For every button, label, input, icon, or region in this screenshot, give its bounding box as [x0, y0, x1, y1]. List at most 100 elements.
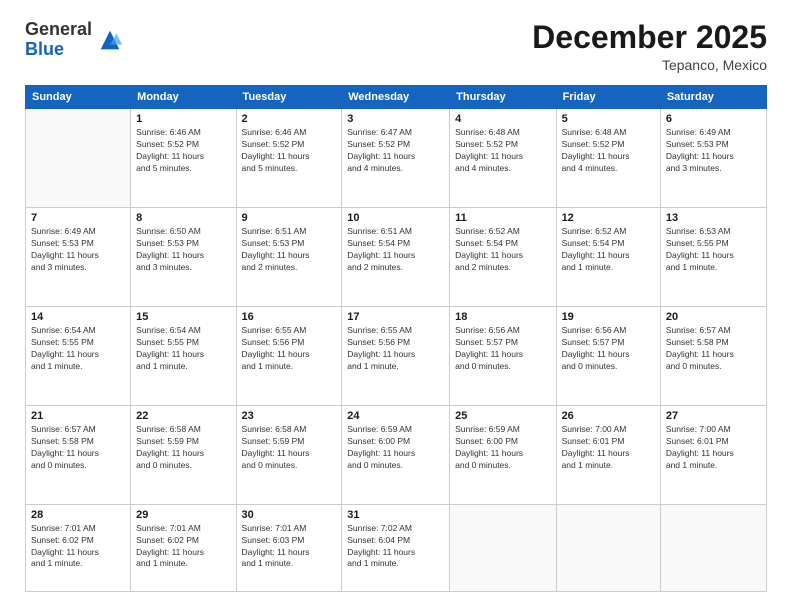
col-saturday: Saturday	[660, 86, 766, 109]
table-row: 7Sunrise: 6:49 AM Sunset: 5:53 PM Daylig…	[26, 208, 131, 307]
day-info: Sunrise: 6:48 AM Sunset: 5:52 PM Dayligh…	[562, 127, 655, 175]
day-info: Sunrise: 6:59 AM Sunset: 6:00 PM Dayligh…	[455, 424, 550, 472]
calendar-week-row: 28 Sunrise: 7:01 AM Sunset: 6:02 PM Dayli…	[26, 504, 767, 591]
day-info: Sunrise: 7:02 AM Sunset: 6:04 PM Dayligh…	[347, 523, 444, 571]
day-info: Sunrise: 6:53 AM Sunset: 5:55 PM Dayligh…	[666, 226, 761, 274]
table-row	[26, 109, 131, 208]
table-row: 14 Sunrise: 6:54 AM Sunset: 5:55 PM Dayli…	[26, 306, 131, 405]
day-info: Sunrise: 6:57 AM Sunset: 5:58 PM Dayligh…	[31, 424, 125, 472]
day-number: 6	[666, 113, 761, 125]
calendar-week-row: 14 Sunrise: 6:54 AM Sunset: 5:55 PM Dayli…	[26, 306, 767, 405]
table-row: 2Sunrise: 6:46 AM Sunset: 5:52 PM Daylig…	[236, 109, 342, 208]
location-subtitle: Tepanco, Mexico	[532, 57, 767, 73]
logo: General Blue	[25, 20, 124, 60]
table-row	[450, 504, 556, 591]
day-info: Sunrise: 6:52 AM Sunset: 5:54 PM Dayligh…	[562, 226, 655, 274]
day-number: 25	[455, 410, 550, 422]
col-thursday: Thursday	[450, 86, 556, 109]
table-row: 15 Sunrise: 6:54 AM Sunset: 5:55 PM Dayli…	[131, 306, 236, 405]
day-info: Sunrise: 6:49 AM Sunset: 5:53 PM Dayligh…	[31, 226, 125, 274]
month-title: December 2025	[532, 20, 767, 55]
day-number: 28	[31, 509, 125, 521]
table-row: 30 Sunrise: 7:01 AM Sunset: 6:03 PM Dayli…	[236, 504, 342, 591]
day-info: Sunrise: 6:55 AM Sunset: 5:56 PM Dayligh…	[347, 325, 444, 373]
table-row: 16 Sunrise: 6:55 AM Sunset: 5:56 PM Dayli…	[236, 306, 342, 405]
day-info: Sunrise: 7:00 AM Sunset: 6:01 PM Dayligh…	[666, 424, 761, 472]
day-info: Sunrise: 6:48 AM Sunset: 5:52 PM Dayligh…	[455, 127, 550, 175]
day-info: Sunrise: 6:59 AM Sunset: 6:00 PM Dayligh…	[347, 424, 444, 472]
table-row: 17 Sunrise: 6:55 AM Sunset: 5:56 PM Dayli…	[342, 306, 450, 405]
day-info: Sunrise: 6:55 AM Sunset: 5:56 PM Dayligh…	[242, 325, 337, 373]
table-row: 6Sunrise: 6:49 AM Sunset: 5:53 PM Daylig…	[660, 109, 766, 208]
day-number: 18	[455, 311, 550, 323]
day-number: 23	[242, 410, 337, 422]
table-row: 11Sunrise: 6:52 AM Sunset: 5:54 PM Dayli…	[450, 208, 556, 307]
day-number: 9	[242, 212, 337, 224]
table-row: 23Sunrise: 6:58 AM Sunset: 5:59 PM Dayli…	[236, 405, 342, 504]
day-number: 22	[136, 410, 230, 422]
title-block: December 2025 Tepanco, Mexico	[532, 20, 767, 73]
day-number: 17	[347, 311, 444, 323]
col-friday: Friday	[556, 86, 660, 109]
page: General Blue December 2025 Tepanco, Mexi…	[0, 0, 792, 612]
table-row: 12 Sunrise: 6:52 AM Sunset: 5:54 PM Dayli…	[556, 208, 660, 307]
day-info: Sunrise: 6:46 AM Sunset: 5:52 PM Dayligh…	[136, 127, 230, 175]
table-row: 13 Sunrise: 6:53 AM Sunset: 5:55 PM Dayli…	[660, 208, 766, 307]
day-number: 10	[347, 212, 444, 224]
day-info: Sunrise: 7:01 AM Sunset: 6:02 PM Dayligh…	[136, 523, 230, 571]
calendar-table: Sunday Monday Tuesday Wednesday Thursday…	[25, 85, 767, 592]
calendar-week-row: 1 Sunrise: 6:46 AM Sunset: 5:52 PM Daylig…	[26, 109, 767, 208]
table-row: 20Sunrise: 6:57 AM Sunset: 5:58 PM Dayli…	[660, 306, 766, 405]
table-row	[556, 504, 660, 591]
calendar-header-row: Sunday Monday Tuesday Wednesday Thursday…	[26, 86, 767, 109]
day-info: Sunrise: 6:50 AM Sunset: 5:53 PM Dayligh…	[136, 226, 230, 274]
day-number: 3	[347, 113, 444, 125]
day-number: 30	[242, 509, 337, 521]
table-row: 10 Sunrise: 6:51 AM Sunset: 5:54 PM Dayli…	[342, 208, 450, 307]
day-number: 16	[242, 311, 337, 323]
calendar-week-row: 7Sunrise: 6:49 AM Sunset: 5:53 PM Daylig…	[26, 208, 767, 307]
header: General Blue December 2025 Tepanco, Mexi…	[25, 20, 767, 73]
table-row: 8 Sunrise: 6:50 AM Sunset: 5:53 PM Daylig…	[131, 208, 236, 307]
table-row: 4Sunrise: 6:48 AM Sunset: 5:52 PM Daylig…	[450, 109, 556, 208]
day-info: Sunrise: 6:56 AM Sunset: 5:57 PM Dayligh…	[562, 325, 655, 373]
day-number: 14	[31, 311, 125, 323]
table-row: 18 Sunrise: 6:56 AM Sunset: 5:57 PM Dayli…	[450, 306, 556, 405]
logo-text: General Blue	[25, 20, 92, 60]
table-row: 5 Sunrise: 6:48 AM Sunset: 5:52 PM Daylig…	[556, 109, 660, 208]
day-info: Sunrise: 7:00 AM Sunset: 6:01 PM Dayligh…	[562, 424, 655, 472]
day-number: 5	[562, 113, 655, 125]
day-number: 12	[562, 212, 655, 224]
day-number: 20	[666, 311, 761, 323]
table-row: 9Sunrise: 6:51 AM Sunset: 5:53 PM Daylig…	[236, 208, 342, 307]
day-number: 15	[136, 311, 230, 323]
table-row: 26 Sunrise: 7:00 AM Sunset: 6:01 PM Dayli…	[556, 405, 660, 504]
day-number: 1	[136, 113, 230, 125]
day-number: 21	[31, 410, 125, 422]
day-info: Sunrise: 6:51 AM Sunset: 5:54 PM Dayligh…	[347, 226, 444, 274]
day-info: Sunrise: 6:54 AM Sunset: 5:55 PM Dayligh…	[136, 325, 230, 373]
table-row: 1 Sunrise: 6:46 AM Sunset: 5:52 PM Daylig…	[131, 109, 236, 208]
day-info: Sunrise: 6:56 AM Sunset: 5:57 PM Dayligh…	[455, 325, 550, 373]
day-info: Sunrise: 6:54 AM Sunset: 5:55 PM Dayligh…	[31, 325, 125, 373]
table-row: 29 Sunrise: 7:01 AM Sunset: 6:02 PM Dayli…	[131, 504, 236, 591]
col-sunday: Sunday	[26, 86, 131, 109]
col-monday: Monday	[131, 86, 236, 109]
col-wednesday: Wednesday	[342, 86, 450, 109]
calendar-week-row: 21 Sunrise: 6:57 AM Sunset: 5:58 PM Dayli…	[26, 405, 767, 504]
day-info: Sunrise: 7:01 AM Sunset: 6:03 PM Dayligh…	[242, 523, 337, 571]
day-info: Sunrise: 7:01 AM Sunset: 6:02 PM Dayligh…	[31, 523, 125, 571]
table-row: 27 Sunrise: 7:00 AM Sunset: 6:01 PM Dayli…	[660, 405, 766, 504]
day-number: 26	[562, 410, 655, 422]
day-number: 8	[136, 212, 230, 224]
day-number: 13	[666, 212, 761, 224]
day-number: 24	[347, 410, 444, 422]
table-row: 22Sunrise: 6:58 AM Sunset: 5:59 PM Dayli…	[131, 405, 236, 504]
day-number: 27	[666, 410, 761, 422]
day-number: 19	[562, 311, 655, 323]
day-number: 2	[242, 113, 337, 125]
table-row: 25 Sunrise: 6:59 AM Sunset: 6:00 PM Dayli…	[450, 405, 556, 504]
day-info: Sunrise: 6:52 AM Sunset: 5:54 PM Dayligh…	[455, 226, 550, 274]
day-number: 29	[136, 509, 230, 521]
table-row: 28 Sunrise: 7:01 AM Sunset: 6:02 PM Dayli…	[26, 504, 131, 591]
